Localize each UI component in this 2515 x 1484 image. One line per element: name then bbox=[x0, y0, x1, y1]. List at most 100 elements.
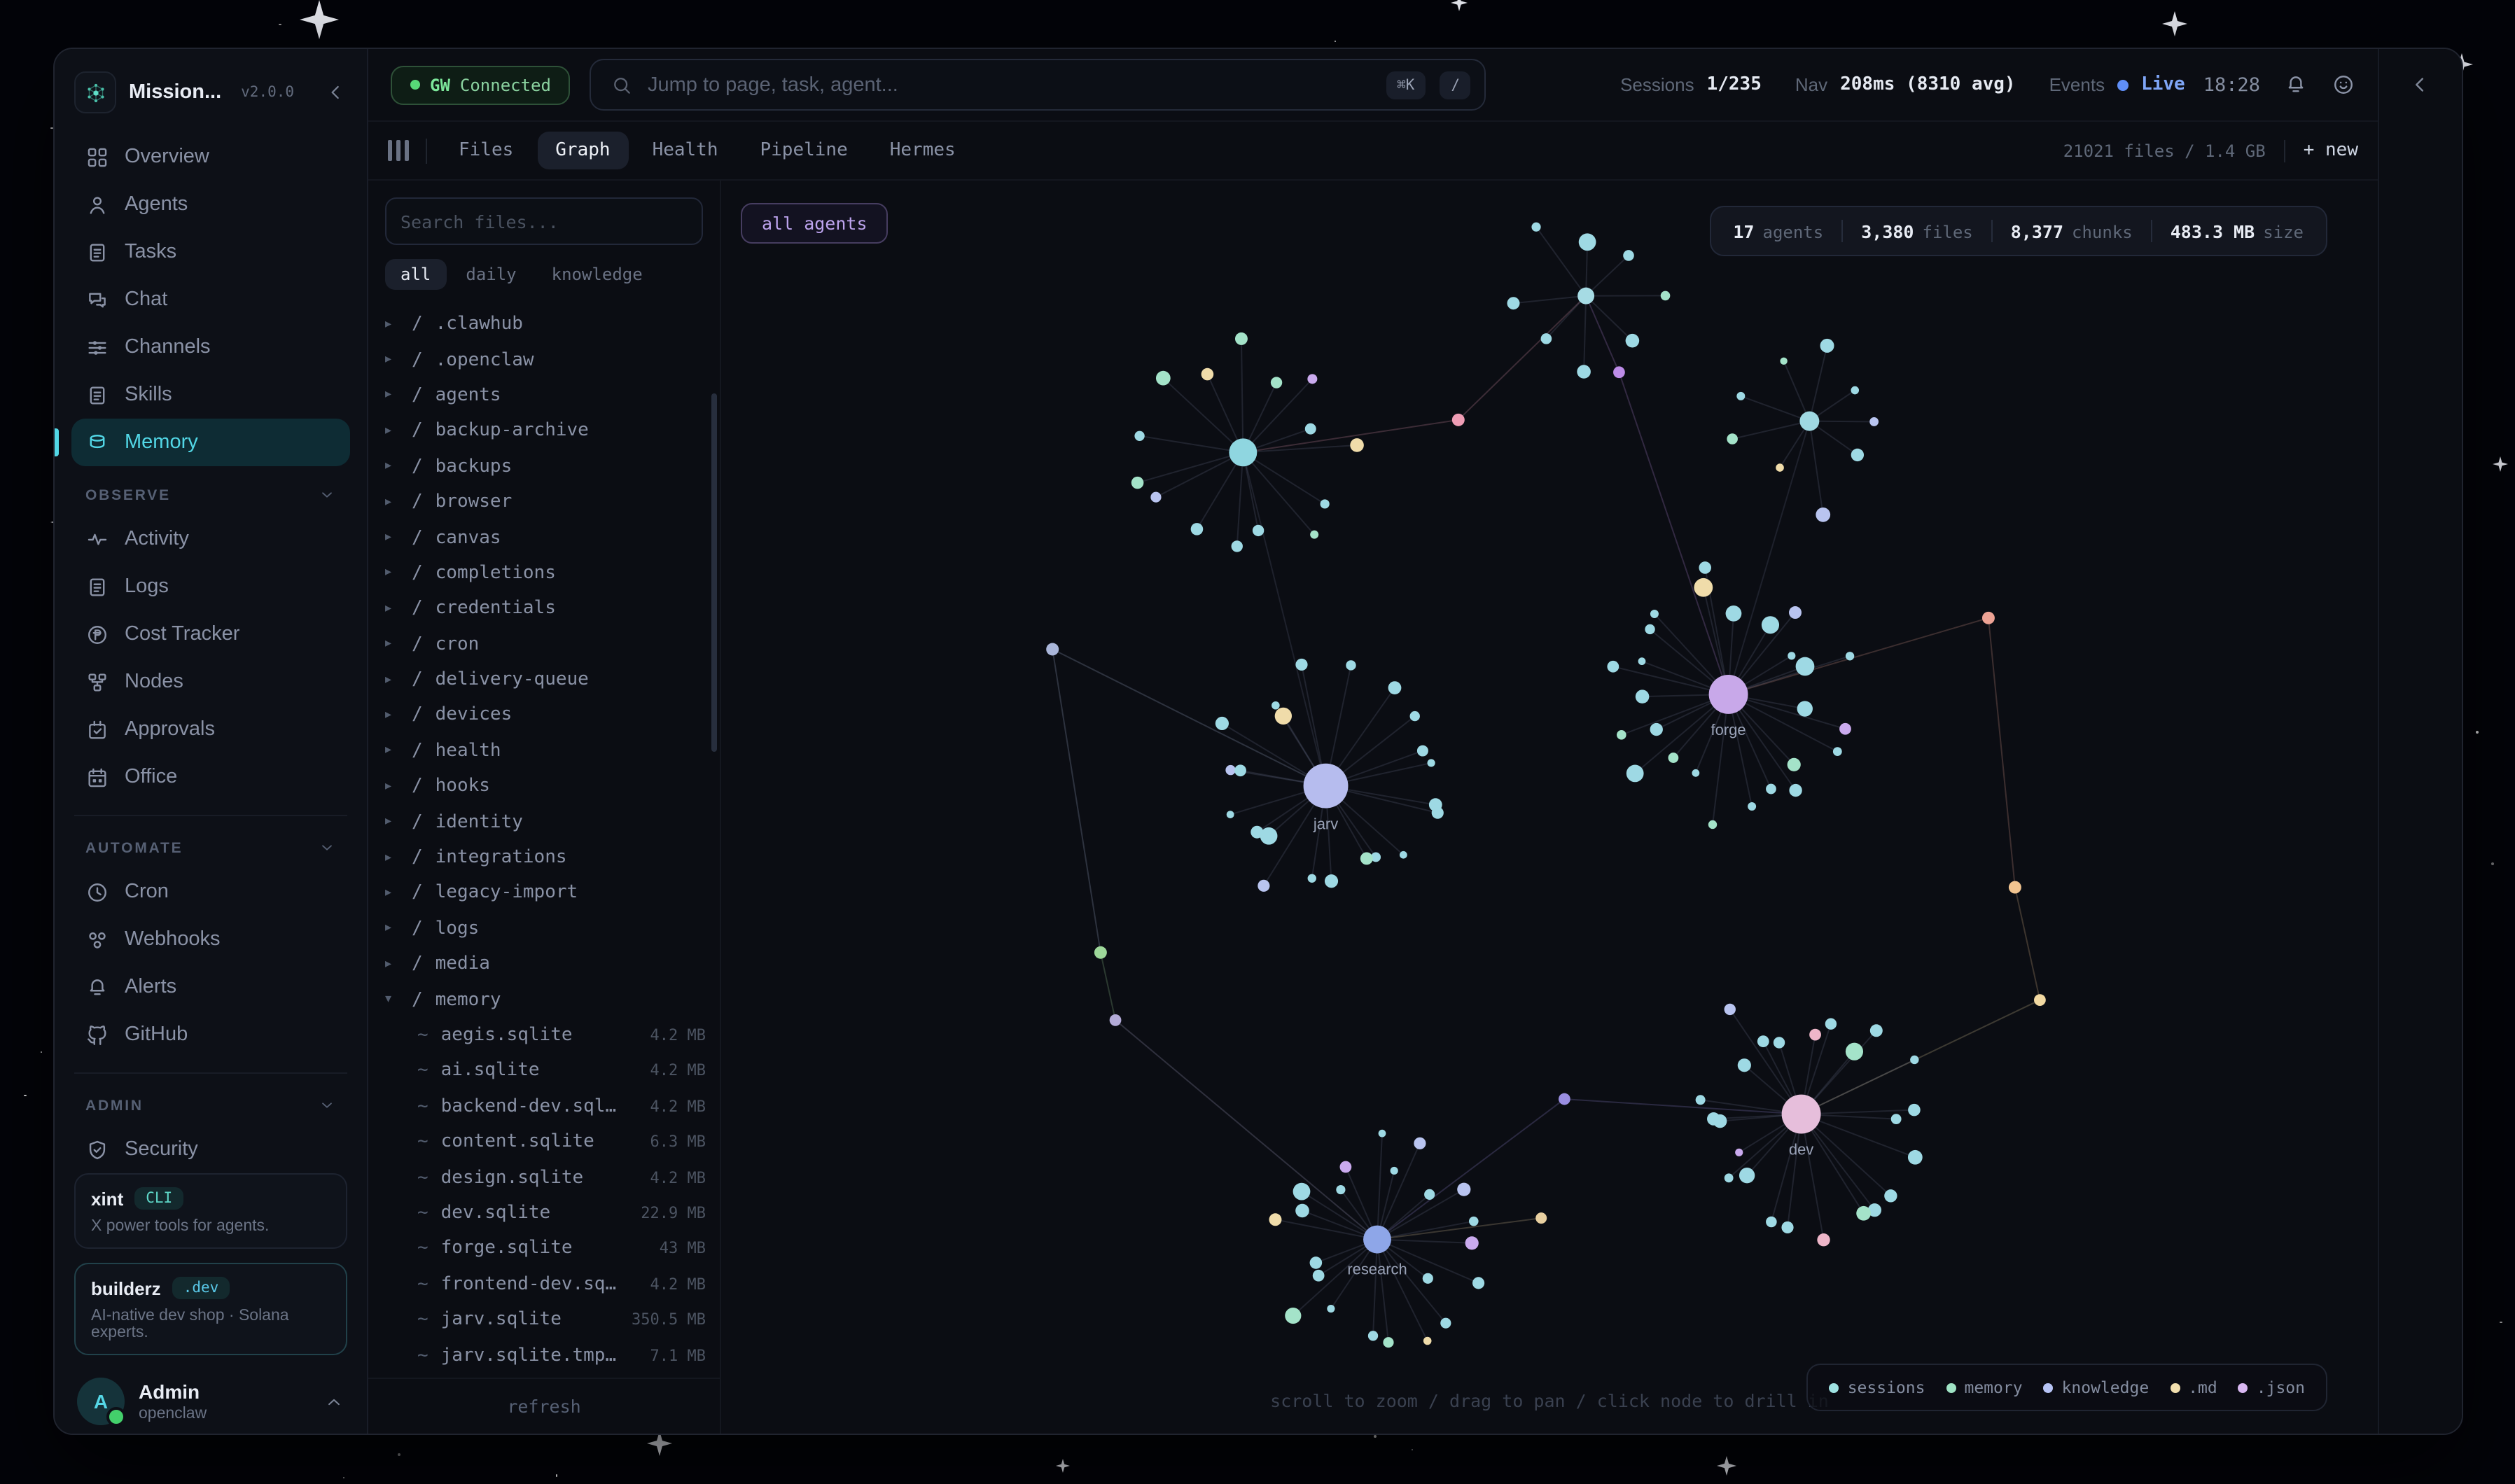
graph-satellite-node[interactable] bbox=[1235, 332, 1248, 345]
tab-hermes[interactable]: Hermes bbox=[872, 132, 974, 169]
tree-folder-legacy-import[interactable]: ▸/legacy-import bbox=[385, 876, 706, 911]
graph-satellite-node[interactable] bbox=[1383, 1337, 1393, 1348]
graph-hub-cluster-5[interactable] bbox=[1577, 288, 1594, 304]
sidebar-item-logs[interactable]: Logs bbox=[71, 563, 350, 610]
graph-satellite-node[interactable] bbox=[1310, 531, 1318, 539]
graph-satellite-node[interactable] bbox=[1774, 1037, 1785, 1048]
graph-satellite-node[interactable] bbox=[1727, 433, 1738, 444]
agent-graph[interactable]: jarvforgedevresearch bbox=[721, 181, 2378, 1434]
columns-layout-icon[interactable] bbox=[388, 140, 408, 161]
graph-satellite-node[interactable] bbox=[1696, 1095, 1706, 1105]
graph-satellite-node[interactable] bbox=[1788, 758, 1801, 771]
graph-satellite-node[interactable] bbox=[1131, 477, 1144, 489]
sidebar-item-cron[interactable]: Cron bbox=[71, 868, 350, 916]
graph-satellite-node[interactable] bbox=[1271, 377, 1282, 388]
section-label-admin[interactable]: ADMIN bbox=[71, 1077, 350, 1126]
promo-card-builderz[interactable]: builderz .dev AI-native dev shop · Solan… bbox=[74, 1263, 347, 1355]
graph-satellite-node[interactable] bbox=[1307, 374, 1317, 384]
sidebar-item-github[interactable]: GitHub bbox=[71, 1011, 350, 1058]
graph-satellite-node[interactable] bbox=[1766, 784, 1776, 794]
filter-chip-daily[interactable]: daily bbox=[450, 259, 531, 290]
tree-folder-backup-archive[interactable]: ▸/backup-archive bbox=[385, 413, 706, 449]
tab-pipeline[interactable]: Pipeline bbox=[742, 132, 866, 169]
graph-loose-node[interactable] bbox=[2009, 881, 2021, 894]
section-label-automate[interactable]: AUTOMATE bbox=[71, 819, 350, 868]
graph-satellite-node[interactable] bbox=[1638, 657, 1646, 665]
graph-satellite-node[interactable] bbox=[1839, 723, 1851, 735]
tree-folder-devices[interactable]: ▸/devices bbox=[385, 698, 706, 734]
graph-satellite-node[interactable] bbox=[1797, 701, 1813, 716]
tree-file-design-sqlite[interactable]: ~design.sqlite4.2 MB bbox=[385, 1160, 706, 1196]
graph-satellite-node[interactable] bbox=[1816, 507, 1830, 522]
graph-satellite-node[interactable] bbox=[1856, 1206, 1871, 1221]
graph-loose-node[interactable] bbox=[1982, 612, 1995, 624]
graph-satellite-node[interactable] bbox=[1910, 1056, 1918, 1064]
graph-satellite-node[interactable] bbox=[1781, 1222, 1793, 1233]
tab-graph[interactable]: Graph bbox=[537, 132, 628, 169]
tree-folder-credentials[interactable]: ▸/credentials bbox=[385, 591, 706, 626]
graph-satellite-node[interactable] bbox=[1739, 1168, 1755, 1183]
graph-satellite-node[interactable] bbox=[1541, 333, 1552, 344]
graph-loose-node[interactable] bbox=[1559, 1093, 1570, 1105]
global-search-input[interactable] bbox=[648, 74, 1372, 96]
file-search-input[interactable] bbox=[400, 211, 688, 232]
graph-satellite-node[interactable] bbox=[1150, 492, 1161, 503]
graph-satellite-node[interactable] bbox=[1617, 730, 1626, 740]
graph-satellite-node[interactable] bbox=[1626, 765, 1644, 783]
tree-folder--clawhub[interactable]: ▸/.clawhub bbox=[385, 307, 706, 342]
graph-satellite-node[interactable] bbox=[1788, 652, 1795, 659]
graph-satellite-node[interactable] bbox=[1668, 752, 1679, 763]
tree-folder-cron[interactable]: ▸/cron bbox=[385, 626, 706, 662]
tree-folder-canvas[interactable]: ▸/canvas bbox=[385, 520, 706, 556]
sidebar-item-alerts[interactable]: Alerts bbox=[71, 963, 350, 1011]
graph-satellite-node[interactable] bbox=[1748, 802, 1756, 811]
sidebar-item-office[interactable]: Office bbox=[71, 753, 350, 801]
sidebar-item-activity[interactable]: Activity bbox=[71, 515, 350, 563]
graph-satellite-node[interactable] bbox=[1391, 1167, 1398, 1175]
new-file-button[interactable]: + new bbox=[2304, 140, 2358, 161]
scrollbar-thumb[interactable] bbox=[711, 393, 717, 752]
graph-satellite-node[interactable] bbox=[1400, 851, 1407, 859]
graph-satellite-node[interactable] bbox=[1851, 449, 1864, 461]
section-label-observe[interactable]: OBSERVE bbox=[71, 466, 350, 515]
graph-hub-jarv[interactable] bbox=[1304, 764, 1349, 808]
sidebar-item-security[interactable]: Security bbox=[71, 1126, 350, 1173]
tree-file-jarv-sqlite[interactable]: ~jarv.sqlite350.5 MB bbox=[385, 1302, 706, 1338]
sidebar-collapse-button[interactable] bbox=[325, 81, 347, 104]
graph-satellite-node[interactable] bbox=[1424, 1189, 1435, 1200]
graph-satellite-node[interactable] bbox=[1336, 1185, 1345, 1194]
graph-loose-node[interactable] bbox=[2034, 994, 2046, 1006]
graph-satellite-node[interactable] bbox=[1577, 365, 1591, 379]
graph-satellite-node[interactable] bbox=[1313, 1270, 1325, 1282]
graph-satellite-node[interactable] bbox=[1258, 880, 1269, 892]
graph-satellite-node[interactable] bbox=[1707, 1112, 1720, 1126]
sidebar-item-cost-tracker[interactable]: Cost Tracker bbox=[71, 610, 350, 658]
graph-satellite-node[interactable] bbox=[1191, 523, 1204, 536]
sidebar-item-agents[interactable]: Agents bbox=[71, 181, 350, 228]
graph-satellite-node[interactable] bbox=[1531, 223, 1540, 232]
notifications-bell-icon[interactable] bbox=[2284, 73, 2308, 97]
filter-chip-knowledge[interactable]: knowledge bbox=[536, 259, 658, 290]
tree-folder-integrations[interactable]: ▸/integrations bbox=[385, 840, 706, 876]
tree-folder-logs[interactable]: ▸/logs bbox=[385, 911, 706, 946]
graph-satellite-node[interactable] bbox=[1789, 784, 1802, 797]
graph-satellite-node[interactable] bbox=[1469, 1217, 1479, 1226]
graph-satellite-node[interactable] bbox=[1650, 610, 1659, 618]
graph-satellite-node[interactable] bbox=[1308, 874, 1316, 883]
sidebar-item-approvals[interactable]: Approvals bbox=[71, 706, 350, 753]
graph-satellite-node[interactable] bbox=[1725, 1173, 1734, 1182]
graph-satellite-node[interactable] bbox=[1607, 661, 1619, 673]
graph-satellite-node[interactable] bbox=[1432, 807, 1444, 819]
sidebar-item-channels[interactable]: Channels bbox=[71, 323, 350, 371]
tab-files[interactable]: Files bbox=[440, 132, 531, 169]
graph-satellite-node[interactable] bbox=[1340, 1161, 1352, 1173]
graph-satellite-node[interactable] bbox=[1346, 660, 1356, 670]
filter-chip-all[interactable]: all bbox=[385, 259, 446, 290]
tree-folder--openclaw[interactable]: ▸/.openclaw bbox=[385, 342, 706, 378]
tree-file-jarv-sqlite-tmp-[interactable]: ~jarv.sqlite.tmp…7.1 MB bbox=[385, 1338, 706, 1373]
graph-satellite-node[interactable] bbox=[1423, 1273, 1433, 1284]
graph-satellite-node[interactable] bbox=[1410, 711, 1420, 721]
graph-satellite-node[interactable] bbox=[1757, 1035, 1769, 1047]
memory-graph-canvas[interactable]: jarvforgedevresearch all agents 17agents… bbox=[721, 181, 2378, 1434]
graph-satellite-node[interactable] bbox=[1817, 1233, 1830, 1246]
